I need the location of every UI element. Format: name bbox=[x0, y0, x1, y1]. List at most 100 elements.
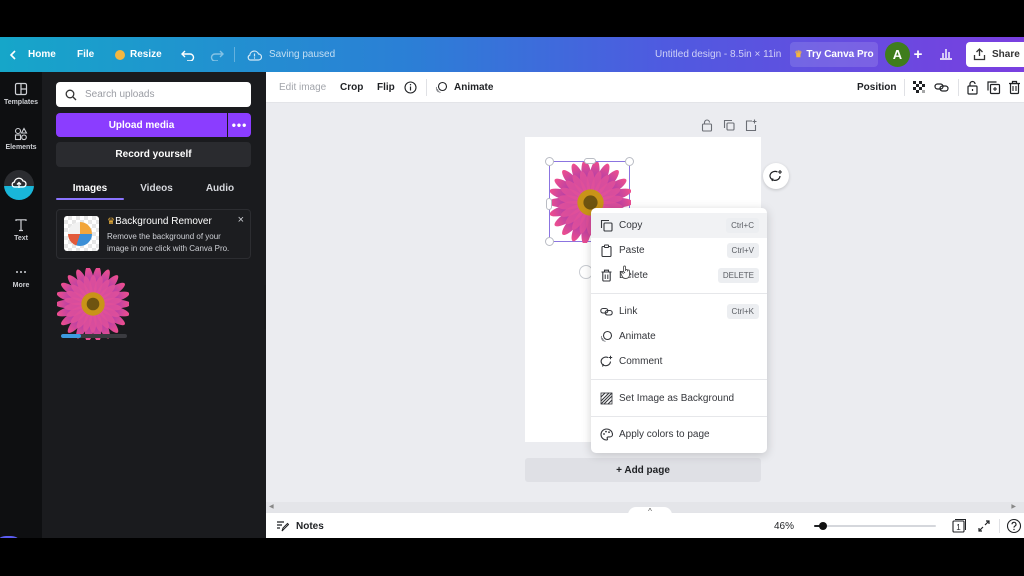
resize-handle[interactable] bbox=[625, 157, 634, 166]
top-bar: Home File Resize Saving paused Untitled … bbox=[0, 37, 1024, 72]
text-icon bbox=[15, 219, 27, 232]
show-pages-button[interactable]: ^ bbox=[628, 507, 672, 517]
add-page-button[interactable]: + Add page bbox=[525, 458, 761, 482]
page-count-button[interactable]: 1 bbox=[951, 518, 967, 534]
document-title[interactable]: Untitled design - 8.5in × 11in bbox=[655, 37, 781, 72]
info-icon bbox=[404, 81, 417, 94]
fullscreen-button[interactable] bbox=[976, 518, 992, 534]
try-canva-pro-button[interactable]: ♛ Try Canva Pro bbox=[790, 42, 878, 67]
rail-item-templates[interactable]: Templates bbox=[0, 82, 42, 106]
menu-item-comment[interactable]: Comment bbox=[591, 349, 767, 374]
resize-handle[interactable] bbox=[546, 198, 552, 210]
scroll-left-icon[interactable]: ◀ bbox=[269, 503, 274, 510]
delete-button[interactable] bbox=[1007, 80, 1022, 95]
animate-icon bbox=[435, 81, 448, 93]
tab-audio[interactable]: Audio bbox=[189, 175, 251, 201]
resize-handle[interactable] bbox=[545, 157, 554, 166]
comment-icon bbox=[600, 355, 613, 367]
tab-videos[interactable]: Videos bbox=[124, 175, 189, 201]
home-label: Home bbox=[28, 49, 56, 60]
more-icon bbox=[16, 271, 26, 273]
animate-icon bbox=[600, 330, 613, 342]
zoom-slider[interactable] bbox=[814, 522, 936, 530]
record-yourself-button[interactable]: Record yourself bbox=[56, 142, 251, 167]
help-icon bbox=[1006, 518, 1022, 534]
transparency-button[interactable] bbox=[912, 80, 927, 95]
share-label: Share bbox=[992, 49, 1020, 60]
menu-item-label: Comment bbox=[619, 356, 663, 367]
transparency-icon bbox=[913, 81, 925, 93]
menu-item-paste[interactable]: Paste Ctrl+V bbox=[591, 238, 767, 263]
edit-image-button[interactable]: Edit image bbox=[279, 72, 326, 103]
search-uploads-field[interactable] bbox=[56, 82, 251, 107]
zoom-level[interactable]: 46% bbox=[774, 513, 794, 538]
menu-divider bbox=[591, 379, 767, 380]
page-duplicate-button[interactable] bbox=[723, 119, 735, 133]
info-button[interactable] bbox=[404, 72, 417, 103]
shortcut-badge: Ctrl+V bbox=[726, 243, 759, 258]
unlock-icon bbox=[967, 80, 978, 95]
undo-button[interactable] bbox=[181, 37, 195, 72]
redo-icon bbox=[210, 50, 224, 61]
zoom-slider-thumb[interactable] bbox=[818, 522, 827, 530]
resize-handle[interactable] bbox=[584, 158, 596, 164]
page-add-button[interactable] bbox=[745, 119, 757, 133]
rail-item-elements[interactable]: Elements bbox=[0, 127, 42, 151]
home-button[interactable]: Home bbox=[9, 37, 56, 72]
share-button[interactable]: Share bbox=[966, 42, 1024, 67]
crown-icon: ♛ bbox=[107, 216, 116, 226]
paste-icon bbox=[601, 244, 612, 257]
menu-item-link[interactable]: Link Ctrl+K bbox=[591, 299, 767, 324]
menu-item-delete[interactable]: Delete DELETE bbox=[591, 263, 767, 288]
position-button[interactable]: Position bbox=[857, 72, 896, 103]
avatar[interactable]: A bbox=[885, 42, 910, 67]
canva-editor-window: Home File Resize Saving paused Untitled … bbox=[0, 37, 1024, 538]
rail-item-uploads[interactable] bbox=[4, 170, 34, 200]
redo-button[interactable] bbox=[210, 37, 224, 72]
link-button[interactable] bbox=[934, 80, 949, 95]
context-toolbar: Edit image Crop Flip Animate Position bbox=[266, 72, 1024, 103]
search-icon bbox=[65, 89, 77, 100]
flip-button[interactable]: Flip bbox=[377, 72, 395, 103]
palette-icon bbox=[600, 428, 613, 441]
menu-item-animate[interactable]: Animate bbox=[591, 324, 767, 349]
lock-button[interactable] bbox=[965, 80, 980, 95]
notes-button[interactable]: Notes bbox=[276, 513, 324, 538]
upload-options-button[interactable]: ••• bbox=[228, 113, 251, 137]
resize-button[interactable]: Resize bbox=[115, 37, 162, 72]
upload-progress-fill bbox=[61, 334, 81, 338]
menu-item-label: Paste bbox=[619, 245, 645, 256]
search-input[interactable] bbox=[85, 89, 235, 100]
notes-icon bbox=[277, 521, 289, 532]
menu-item-apply-colors[interactable]: Apply colors to page bbox=[591, 422, 767, 447]
page-lock-button[interactable] bbox=[701, 119, 713, 133]
rail-item-text[interactable]: Text bbox=[0, 218, 42, 242]
document-title-text: Untitled design - 8.5in × 11in bbox=[655, 49, 782, 60]
copy-icon bbox=[600, 219, 613, 232]
rail-item-more[interactable]: More bbox=[0, 265, 42, 289]
resize-handle[interactable] bbox=[545, 237, 554, 246]
crop-button[interactable]: Crop bbox=[340, 72, 363, 103]
comment-icon bbox=[769, 170, 782, 182]
try-pro-label: Try Canva Pro bbox=[806, 49, 874, 60]
close-icon[interactable]: × bbox=[238, 214, 244, 226]
upload-media-button[interactable]: Upload media bbox=[56, 113, 227, 137]
insights-button[interactable] bbox=[938, 45, 958, 65]
file-menu[interactable]: File bbox=[77, 37, 94, 72]
uploaded-image-thumbnail[interactable] bbox=[55, 266, 131, 342]
add-comment-button[interactable] bbox=[763, 163, 789, 189]
duplicate-button[interactable] bbox=[986, 80, 1001, 95]
uploads-panel: Upload media ••• Record yourself Images … bbox=[42, 72, 266, 538]
animate-button[interactable]: Animate bbox=[435, 72, 493, 103]
undo-icon bbox=[181, 50, 195, 61]
help-button[interactable] bbox=[1006, 518, 1022, 534]
shortcut-badge: Ctrl+C bbox=[726, 218, 759, 233]
promo-description: Remove the background of your image in o… bbox=[107, 232, 230, 253]
menu-item-label: Animate bbox=[619, 331, 656, 342]
menu-item-copy[interactable]: Copy Ctrl+C bbox=[591, 213, 767, 238]
scroll-right-icon[interactable]: ▶ bbox=[1011, 503, 1016, 510]
record-video-button[interactable] bbox=[0, 536, 23, 538]
menu-item-set-background[interactable]: Set Image as Background bbox=[591, 386, 767, 411]
add-collaborator-button[interactable]: + bbox=[908, 44, 928, 64]
background-remover-promo[interactable]: ♛Background Remover Remove the backgroun… bbox=[56, 209, 251, 259]
